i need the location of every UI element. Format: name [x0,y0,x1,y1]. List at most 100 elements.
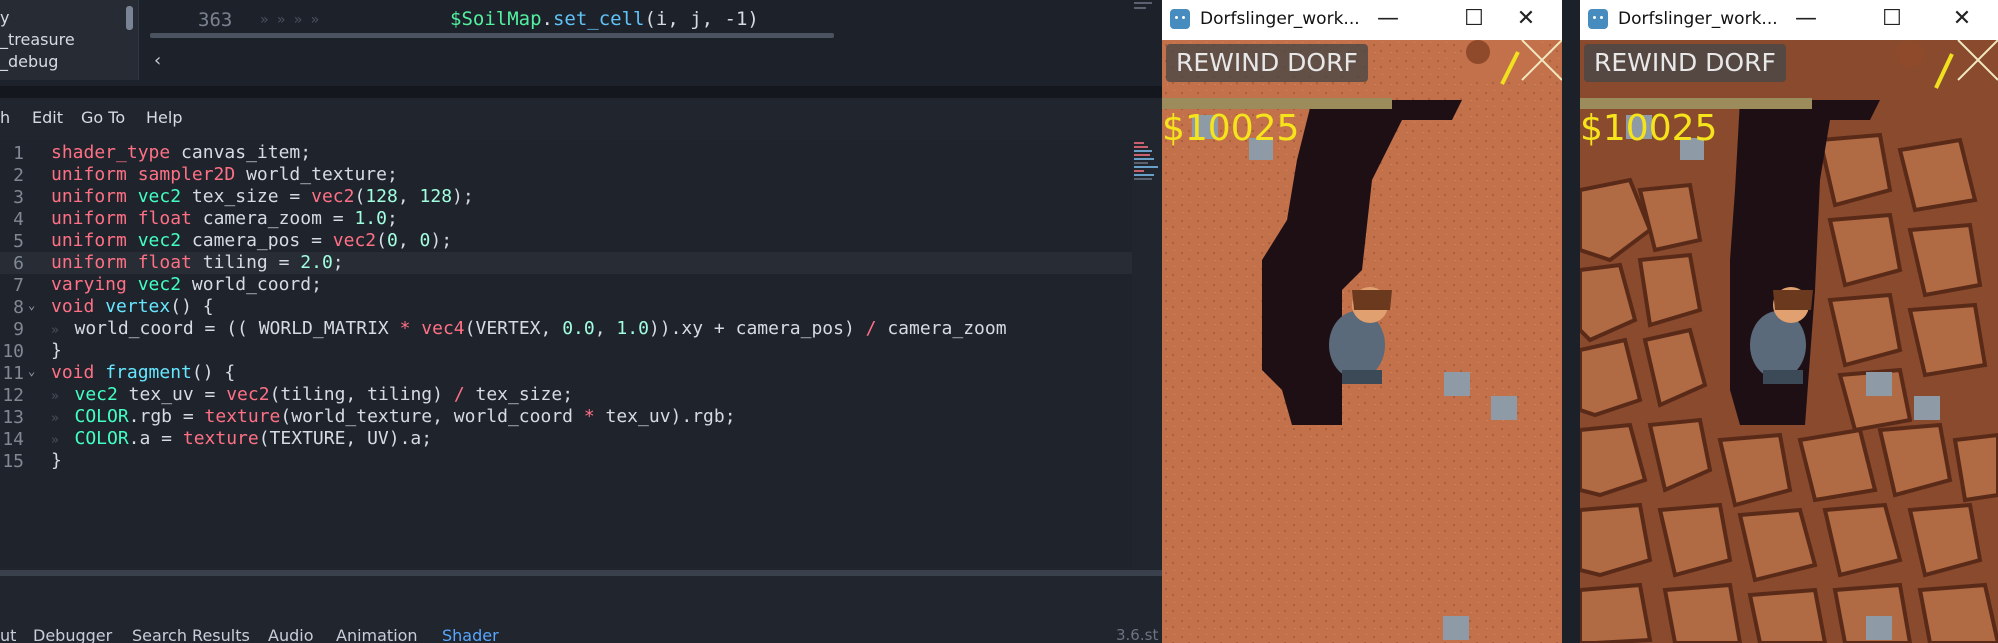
bottom-tab[interactable]: Shader [442,626,499,643]
menu-bar: h Edit Go To Help [0,98,1162,138]
window-titlebar[interactable]: Dorfslinger_work... — ☐ ✕ [1162,0,1562,40]
line-number: 15 [2,451,24,472]
window-title: Dorfslinger_work... [1618,9,1778,29]
godot-app-icon [1588,9,1608,29]
code-token: (world_texture, world_coord [280,406,584,427]
ore-block [1866,616,1892,640]
code-token: 2.0 [300,252,333,273]
code-line[interactable]: 13 » COLOR.rgb = texture(world_texture, w… [0,406,1132,428]
top-panel: y _treasure _debug 363 » » » » $SoilMap.… [0,0,1162,86]
code-token: ); [452,186,474,207]
code-token: float [137,208,192,229]
tree-item[interactable]: _debug [0,52,58,71]
code-text: void fragment() { [51,362,235,383]
code-line[interactable]: 3 uniform vec2 tex_size = vec2(128, 128); [0,186,1132,208]
tree-item[interactable]: _treasure [0,30,75,49]
menu-search[interactable]: h [0,108,10,127]
bottom-tab[interactable]: Audio [268,626,313,643]
close-button[interactable]: ✕ [1944,4,1980,34]
code-token: camera_pos = [181,230,333,251]
code-token: 0 [419,230,431,251]
code-token: vec2 [137,186,182,207]
chevron-left-icon[interactable]: ‹ [154,50,161,71]
menu-go-to[interactable]: Go To [81,108,125,127]
ore-block [1491,396,1517,420]
tree-scrollbar[interactable] [126,6,133,30]
close-button[interactable]: ✕ [1508,4,1544,34]
code-text: uniform float camera_zoom = 1.0; [51,208,398,229]
code-line[interactable]: 6 uniform float tiling = 2.0; [0,252,1132,274]
code-token: vec2 [226,384,270,405]
code-line[interactable]: 12» vec2 tex_uv = vec2(tiling, tiling) /… [0,384,1132,406]
code-token: () { [170,296,214,317]
line-number: 3 [13,187,24,208]
fold-chevron-icon[interactable]: ⌄ [28,364,35,378]
minimap[interactable] [1134,0,1160,12]
rewind-dorf-button[interactable]: REWIND DORF [1166,44,1368,82]
minimize-button[interactable]: — [1370,4,1406,34]
line-number: 10 [2,341,24,362]
bottom-tab[interactable]: ut [0,626,16,643]
code-text: uniform float tiling = 2.0; [51,252,344,273]
game-viewport[interactable]: REWIND DORF $10025 [1580,40,1998,643]
code-token: texture [182,428,259,449]
code-line[interactable]: 7 varying vec2 world_coord; [0,274,1132,296]
tree-item[interactable]: y [0,8,9,27]
code-token: uniform [51,252,127,273]
line-number: 6 [13,253,24,274]
code-token: . [541,8,553,30]
maximize-button[interactable]: ☐ [1874,4,1910,34]
code-line[interactable]: 14 » COLOR.a = texture(TEXTURE, UV).a; [0,428,1132,450]
code-token: ; [386,208,398,229]
code-token: 128 [365,186,398,207]
line-number: 9 [13,319,24,340]
code-token: world_coord; [181,274,322,295]
code-token: )).xy + camera_pos) [648,318,866,339]
code-line[interactable]: 5 uniform vec2 camera_pos = vec2(0, 0); [0,230,1132,252]
code-editor[interactable]: 1 shader_type canvas_item; 2 uniform sample… [0,140,1132,568]
minimize-button[interactable]: — [1788,4,1824,34]
code-line[interactable]: 4 uniform float camera_zoom = 1.0; [0,208,1132,230]
game-viewport[interactable]: REWIND DORF $10025 [1162,40,1562,643]
code-line[interactable]: 2 uniform sampler2D world_texture; [0,164,1132,186]
window-titlebar[interactable]: Dorfslinger_work... — ☐ ✕ [1580,0,1998,40]
code-token: 1.0 [354,208,387,229]
code-scrollbar[interactable] [0,570,1162,576]
bottom-tab[interactable]: Search Results [132,626,250,643]
preview-scrollbar[interactable] [150,33,834,38]
code-line[interactable]: 9 » world_coord = (( WORLD_MATRIX * vec4(… [0,318,1132,340]
maximize-button[interactable]: ☐ [1456,4,1492,34]
code-token: , [397,186,420,207]
code-token: , [594,318,617,339]
code-token: (i, j, -1) [644,8,759,30]
bottom-tab[interactable]: Animation [336,626,418,643]
code-token: uniform [51,164,127,185]
rewind-dorf-button[interactable]: REWIND DORF [1584,44,1786,82]
code-token: (TEXTURE, UV).a; [258,428,433,449]
code-line[interactable]: 1 shader_type canvas_item; [0,142,1132,164]
code-text: shader_type canvas_item; [51,142,311,163]
game-window-rock[interactable]: Dorfslinger_work... — ☐ ✕ REWIND DORF $1… [1580,0,1998,643]
line-number: 13 [2,407,24,428]
version-label: 3.6.st [1116,626,1159,643]
minimap[interactable] [1134,140,1160,190]
fold-chevron-icon[interactable]: ⌄ [28,298,35,312]
panel-splitter[interactable] [0,86,1162,98]
code-line[interactable]: 10} [0,340,1132,362]
code-text: » COLOR.a = texture(TEXTURE, UV).a; [51,428,432,449]
code-line[interactable]: 15} [0,450,1132,472]
code-token: vec2 [332,230,377,251]
menu-edit[interactable]: Edit [32,108,63,127]
bottom-tab[interactable]: Debugger [33,626,112,643]
code-token: (VERTEX, [464,318,563,339]
menu-help[interactable]: Help [146,108,182,127]
tab-indent-icon: » » » » [260,12,320,28]
code-line[interactable]: 8 ⌄ void vertex() { [0,296,1132,318]
code-line[interactable]: 11 ⌄ void fragment() { [0,362,1132,384]
tab-indent-icon: » [51,411,75,426]
game-window-soil[interactable]: Dorfslinger_work... — ☐ ✕ REWIND DORF $1… [1162,0,1562,643]
